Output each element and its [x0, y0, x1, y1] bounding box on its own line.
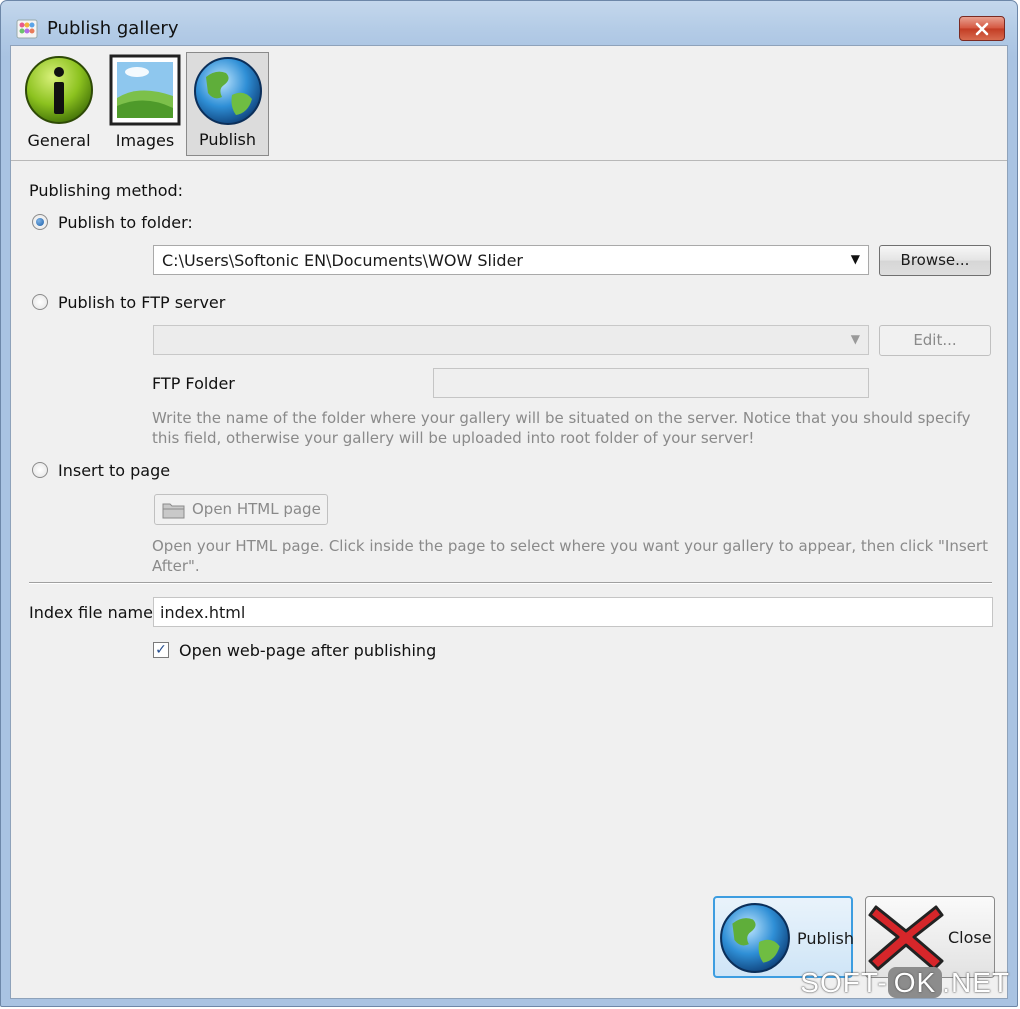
edit-ftp-button[interactable]: Edit... [879, 325, 991, 356]
landscape-image-icon [109, 54, 181, 126]
browse-button[interactable]: Browse... [879, 245, 991, 276]
publish-button-label: Publish [797, 929, 855, 948]
chevron-down-icon[interactable]: ▼ [851, 252, 860, 266]
tab-publish-label: Publish [198, 130, 257, 149]
folder-path-value: C:\Users\Softonic EN\Documents\WOW Slide… [162, 251, 524, 270]
insert-to-page-note: Open your HTML page. Click inside the pa… [152, 537, 988, 575]
insert-to-page-radio[interactable] [32, 462, 48, 478]
tab-general-label: General [27, 131, 91, 150]
dialog-client-area: General Images Publish Publishing method… [10, 45, 1008, 999]
publish-to-ftp-radio[interactable] [32, 294, 48, 310]
open-html-page-label: Open HTML page [192, 500, 321, 518]
watermark-suffix: .NET [942, 967, 1010, 998]
tab-publish[interactable]: Publish [186, 52, 269, 156]
section-divider [29, 582, 992, 584]
globe-icon [194, 57, 262, 125]
watermark-prefix: SOFT- [800, 967, 888, 998]
watermark-middle: OK [887, 967, 943, 998]
open-html-page-button[interactable]: Open HTML page [154, 494, 328, 525]
index-file-name-input[interactable]: index.html [153, 597, 993, 627]
open-after-publishing-label: Open web-page after publishing [179, 641, 437, 660]
ftp-folder-note: Write the name of the folder where your … [152, 409, 971, 447]
watermark: SOFT- OK .NET [800, 967, 1010, 999]
window-title: Publish gallery [47, 18, 179, 39]
open-after-publishing-checkbox[interactable]: ✓ [153, 642, 169, 658]
publishing-method-label: Publishing method: [29, 181, 184, 200]
publish-to-folder-label: Publish to folder: [58, 213, 193, 232]
tab-images[interactable]: Images [105, 52, 185, 156]
publish-to-folder-radio[interactable] [32, 214, 48, 230]
ftp-folder-input[interactable] [433, 368, 869, 398]
folder-path-combo[interactable]: C:\Users\Softonic EN\Documents\WOW Slide… [153, 245, 869, 275]
globe-icon [720, 903, 790, 973]
close-icon [975, 22, 989, 35]
index-file-name-value: index.html [160, 603, 246, 622]
ftp-folder-label: FTP Folder [152, 374, 235, 393]
ftp-server-combo[interactable]: ▼ [153, 325, 869, 355]
folder-icon [162, 503, 185, 519]
chevron-down-icon[interactable]: ▼ [851, 332, 860, 346]
publish-button[interactable]: Publish [713, 896, 855, 978]
tab-images-label: Images [115, 131, 175, 150]
info-icon [25, 56, 93, 124]
publish-gallery-window: Publish gallery General Images Publish P… [0, 0, 1018, 1007]
window-close-button[interactable] [959, 16, 1005, 41]
app-icon [16, 19, 38, 39]
tab-bar: General Images Publish [11, 46, 1007, 161]
publish-to-ftp-label: Publish to FTP server [58, 293, 226, 312]
tab-general[interactable]: General [19, 52, 99, 156]
close-button[interactable]: Close [865, 896, 995, 978]
insert-to-page-label: Insert to page [58, 461, 171, 480]
close-icon [868, 905, 944, 971]
close-button-label: Close [948, 928, 992, 947]
index-file-name-label: Index file name [29, 603, 153, 622]
